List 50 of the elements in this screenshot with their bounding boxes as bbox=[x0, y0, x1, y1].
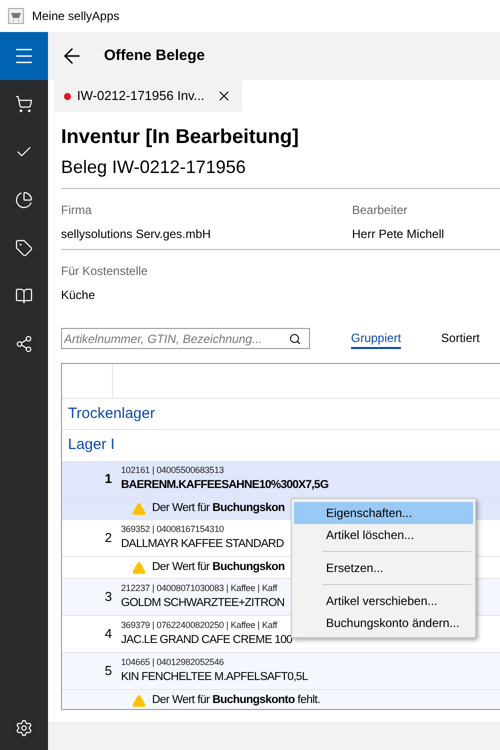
row-number: 4 bbox=[104, 625, 112, 644]
article-codes: 102161 | 04005500683513 bbox=[121, 464, 225, 476]
warning-icon bbox=[132, 502, 146, 516]
field-value: sellysolutions Serv.ges.mbH bbox=[61, 226, 212, 243]
warning-icon bbox=[132, 560, 146, 574]
table-row[interactable]: 5 104665 | 04012982052546 KIN FENCHELTEE M.APFELSAFT0,5L Der Wert für Buchungskonto fehlt. bbox=[62, 653, 500, 709]
page-title: Offene Belege bbox=[104, 46, 205, 66]
settings-icon bbox=[15, 719, 33, 737]
document-title: Inventur [In Bearbeitung] bbox=[61, 125, 300, 150]
article-codes: 104665 | 04012982052546 bbox=[121, 656, 225, 668]
document-tab[interactable]: IW-0212-171956 Inv... bbox=[54, 80, 242, 112]
article-name: BAERENM.KAFFEESAHNE10%300X7,5G bbox=[121, 478, 328, 493]
group-title[interactable]: Trockenlager bbox=[68, 402, 155, 426]
subgroup-title[interactable]: Lager I bbox=[68, 434, 115, 457]
menu-item[interactable]: Artikel verschieben... bbox=[294, 590, 473, 612]
menu-item[interactable]: Eigenschaften... bbox=[294, 502, 473, 524]
row-number: 2 bbox=[104, 529, 112, 548]
warning-icon bbox=[132, 694, 146, 708]
book-icon bbox=[15, 287, 33, 305]
cart-icon bbox=[15, 95, 33, 113]
article-codes: 369352 | 04008167154310 bbox=[121, 523, 225, 535]
pie-chart-icon bbox=[15, 191, 33, 209]
field-label: Für Kostenstelle bbox=[61, 263, 149, 280]
row-number: 5 bbox=[104, 662, 112, 680]
article-name: GOLDM SCHWARZTEE+ZITRON bbox=[121, 596, 284, 611]
article-name: DALLMAYR KAFFEE STANDARD bbox=[121, 537, 284, 552]
tag-icon bbox=[15, 239, 33, 257]
menu-item[interactable]: Ersetzen... bbox=[294, 557, 473, 579]
field-value: Küche bbox=[61, 287, 96, 304]
app-icon bbox=[8, 8, 24, 24]
article-codes: 212237 | 04008071030083 | Kaffee | Kaff bbox=[121, 582, 278, 594]
field-label: Bearbeiter bbox=[352, 202, 408, 219]
field-value: Herr Pete Michell bbox=[352, 226, 446, 243]
warning-text: Der Wert für Buchungskon bbox=[152, 500, 285, 516]
article-name: KIN FENCHELTEE M.APFELSAFT0,5L bbox=[121, 670, 308, 685]
share-icon bbox=[15, 335, 33, 353]
article-name: JAC.LE GRAND CAFE CREME 100 bbox=[121, 633, 292, 648]
search-icon bbox=[289, 332, 301, 344]
article-codes: 369379 | 07622400820250 | Kaffee | Kaff bbox=[121, 619, 278, 631]
menu-button[interactable] bbox=[0, 32, 48, 80]
view-toggle[interactable]: Gruppiert bbox=[351, 328, 402, 348]
view-toggle[interactable]: Sortiert bbox=[441, 328, 480, 348]
field-label: Firma bbox=[61, 202, 93, 219]
menu-item[interactable]: Artikel löschen... bbox=[294, 524, 473, 546]
document-subtitle: Beleg IW-0212-171956 bbox=[61, 156, 247, 179]
row-number: 1 bbox=[104, 470, 112, 488]
warning-text: Der Wert für Buchungskonto fehlt. bbox=[152, 692, 320, 708]
row-number: 3 bbox=[104, 588, 112, 606]
window-title: Meine sellyApps bbox=[32, 8, 120, 25]
warning-text: Der Wert für Buchungskon bbox=[152, 560, 285, 575]
